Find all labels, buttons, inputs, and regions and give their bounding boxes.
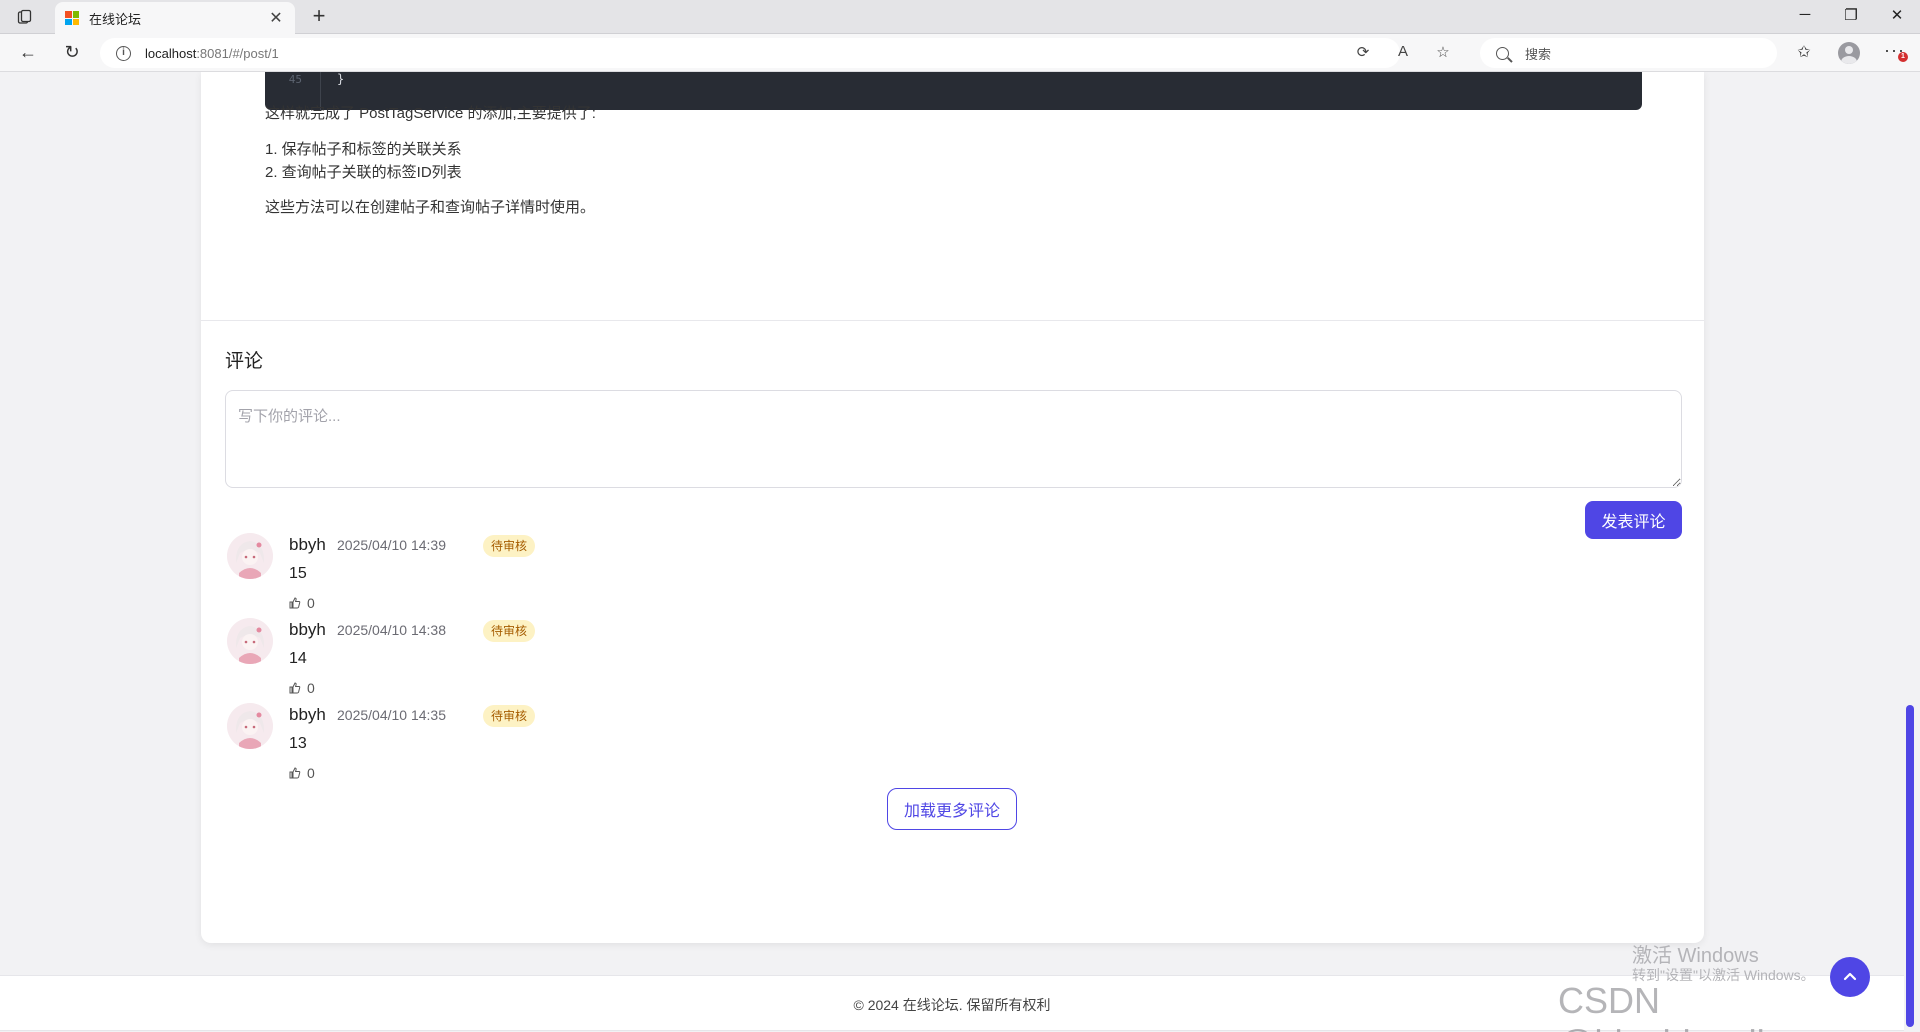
tab-actions-icon[interactable] [14,7,36,27]
thumbs-up-icon [289,597,301,609]
address-bar[interactable]: i localhost:8081/#/post/1 ⟳ A ☆ [100,38,1450,68]
status-badge: 待审核 [483,535,536,557]
tab-title: 在线论坛 [89,11,142,27]
like-button[interactable]: 0 [289,765,315,781]
scrollbar-thumb[interactable] [1906,705,1914,1027]
comment-input[interactable] [225,390,1682,488]
code-line-number: 45 [288,73,302,86]
profile-avatar-icon[interactable] [1838,42,1860,64]
notification-badge: 1 [1898,52,1908,62]
comment-item: bbyh 2025/04/10 14:35 待审核 13 0 [225,703,1682,793]
comment-content: 13 [289,735,307,752]
load-more-comments-button[interactable]: 加载更多评论 [887,788,1017,830]
close-window-icon[interactable]: ✕ [1882,6,1912,28]
like-count: 0 [307,680,315,696]
url-path: :8081/#/post/1 [196,45,279,61]
comment-content: 14 [289,650,307,667]
minimize-icon[interactable]: ─ [1790,6,1820,28]
activate-windows-title: 激活 Windows [1632,945,1759,967]
search-icon [1496,46,1509,60]
post-summary-point-1: 1. 保存帖子和标签的关联关系 [265,141,462,158]
browser-search-box[interactable]: 搜索 [1480,38,1777,68]
comment-username[interactable]: bbyh [289,705,326,725]
close-tab-icon[interactable]: ✕ [267,8,285,28]
comment-item: bbyh 2025/04/10 14:38 待审核 14 0 [225,618,1682,708]
post-summary-intro: 这样就完成了 PostTagService 的添加,主要提供了: [265,105,596,122]
refresh-icon[interactable]: ↻ [60,42,84,64]
restore-icon[interactable]: ❐ [1836,6,1866,28]
comments-title: 评论 [225,351,264,372]
comment-username[interactable]: bbyh [289,620,326,640]
like-button[interactable]: 0 [289,680,315,696]
section-divider [201,320,1704,321]
like-count: 0 [307,595,315,611]
post-card: 45 } 这样就完成了 PostTagService 的添加,主要提供了: 1.… [201,72,1704,943]
status-badge: 待审核 [483,705,536,727]
status-badge: 待审核 [483,620,536,642]
tab-forum[interactable]: 在线论坛 ✕ [55,2,295,34]
site-info-icon[interactable]: i [116,45,131,61]
comment-time: 2025/04/10 14:39 [337,537,446,553]
post-summary-outro: 这些方法可以在创建帖子和查询帖子详情时使用。 [265,199,596,216]
browser-tab-bar: 在线论坛 ✕ + ─ ❐ ✕ [0,0,1920,34]
code-line-text: } [337,72,345,86]
post-summary-point-2: 2. 查询帖子关联的标签ID列表 [265,164,462,181]
back-icon[interactable]: ← [16,42,40,64]
favorite-star-icon[interactable]: ☆ [1432,43,1454,63]
comment-time: 2025/04/10 14:38 [337,622,446,638]
favorites-icon[interactable]: ✩ [1792,42,1816,64]
csdn-watermark: CSDN @bingbingyihao [1558,980,1817,1032]
avatar[interactable] [227,533,273,579]
browser-nav-bar: ← ↻ i localhost:8081/#/post/1 ⟳ A ☆ 搜索 ✩… [0,34,1920,72]
avatar[interactable] [227,618,273,664]
windows-logo-icon [65,11,79,25]
read-aloud-icon[interactable]: A [1392,43,1414,63]
comment-content: 15 [289,565,307,582]
page-viewport: 45 } 这样就完成了 PostTagService 的添加,主要提供了: 1.… [0,72,1904,1032]
url-text: localhost:8081/#/post/1 [145,46,279,61]
like-count: 0 [307,765,315,781]
comment-time: 2025/04/10 14:35 [337,707,446,723]
search-placeholder: 搜索 [1525,46,1552,62]
thumbs-up-icon [289,767,301,779]
comment-username[interactable]: bbyh [289,535,326,555]
url-host: localhost [145,45,197,61]
thumbs-up-icon [289,682,301,694]
comment-item: bbyh 2025/04/10 14:39 待审核 15 0 [225,533,1682,623]
new-tab-icon[interactable]: + [306,4,332,30]
avatar[interactable] [227,703,273,749]
app-available-icon[interactable]: ⟳ [1352,43,1374,63]
like-button[interactable]: 0 [289,595,315,611]
